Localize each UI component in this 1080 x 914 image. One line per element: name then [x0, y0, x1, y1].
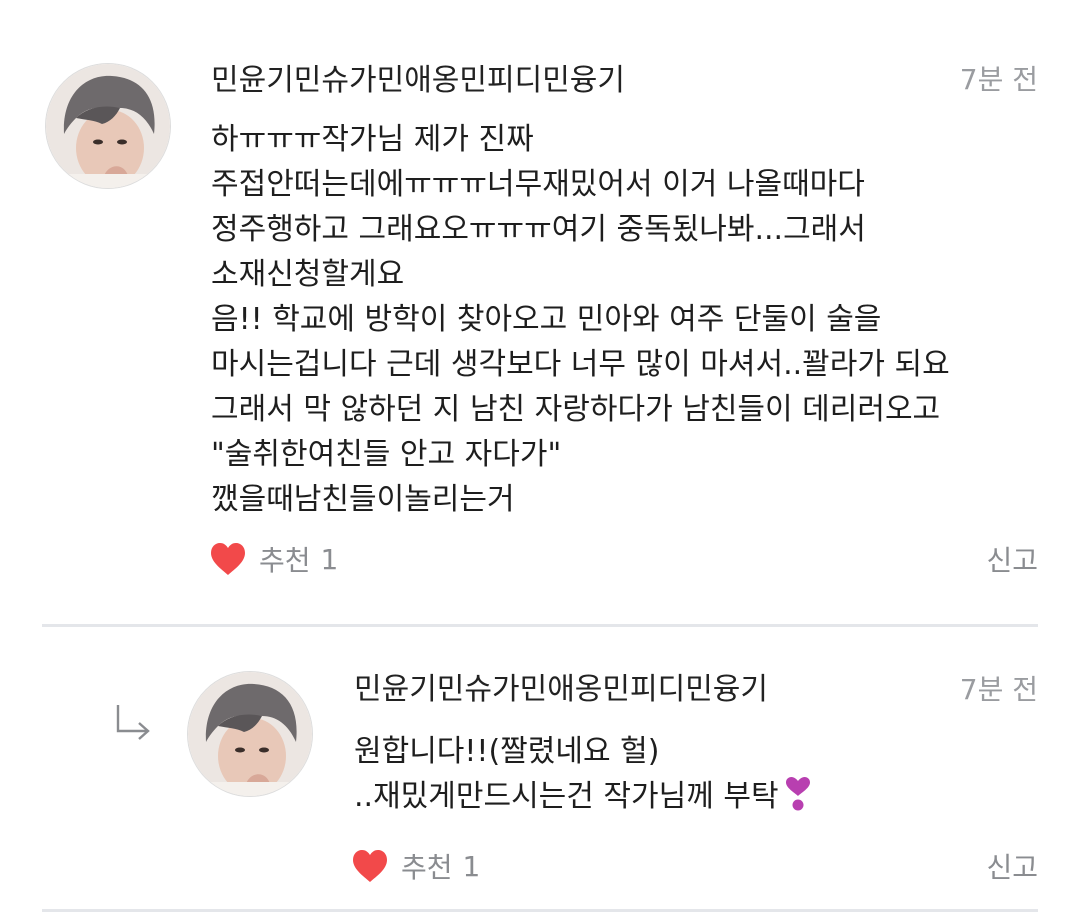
avatar[interactable] [45, 63, 171, 189]
comment-time: 7분 전 [959, 63, 1038, 96]
like-count: 1 [320, 542, 339, 576]
like-label: 추천 [401, 851, 453, 884]
like-label: 추천 [259, 544, 311, 577]
like-button[interactable]: 추천 1 [209, 537, 338, 581]
heart-exclamation-emoji [785, 777, 810, 811]
comment-line: 음!! 학교에 방학이 찾아오고 민아와 여주 단둘이 술을 [211, 302, 882, 337]
divider [42, 909, 1038, 912]
report-button[interactable]: 신고 [986, 539, 1038, 583]
heart-icon [211, 543, 245, 575]
comment-line: 소재신청할게요 [211, 257, 405, 292]
divider [42, 624, 1038, 627]
like-button[interactable]: 추천 1 [351, 844, 480, 888]
comment-author[interactable]: 민윤기민슈가민애옹민피디민융기 [354, 670, 768, 710]
like-count: 1 [462, 849, 481, 883]
comment-line: 정주행하고 그래요오ㅠㅠㅠ여기 중독됬나봐...그래서 [211, 212, 866, 247]
comment-line: ..재밌게만드시는건 작가님께 부탁 [354, 779, 779, 814]
reply-arrow-icon [116, 705, 150, 740]
comment-line: 주접안떠는데에ㅠㅠㅠ너무재밌어서 이거 나올때마다 [211, 167, 865, 202]
avatar-image [46, 64, 170, 188]
comment-line-with-emoji: ..재밌게만드시는건 작가님께 부탁 [354, 774, 813, 819]
avatar[interactable] [187, 671, 313, 797]
comment-body: 원합니다!!(짤렸네요 헐) ..재밌게만드시는건 작가님께 부탁 [354, 729, 813, 819]
comment-author[interactable]: 민윤기민슈가민애옹민피디민융기 [211, 61, 625, 101]
reply-item: 민윤기민슈가민애옹민피디민융기 7분 전 원합니다!!(짤렸네요 헐) ..재밌… [0, 628, 1080, 912]
comment-time: 7분 전 [959, 673, 1038, 706]
heart-icon [353, 850, 387, 882]
report-button[interactable]: 신고 [986, 846, 1038, 890]
comment-line: 그래서 막 않하던 지 남친 자랑하다가 남친들이 데리러오고 [211, 392, 941, 427]
comment-body: 하ㅠㅠㅠ작가님 제가 진짜 주접안떠는데에ㅠㅠㅠ너무재밌어서 이거 나올때마다 … [211, 117, 950, 522]
comment-line: 원합니다!!(짤렸네요 헐) [354, 734, 660, 769]
comment-line: 깼을때남친들이놀리는거 [211, 482, 515, 517]
avatar-image [188, 672, 312, 796]
comment-line: 마시는겁니다 근데 생각보다 너무 많이 마셔서..꽐라가 되요 [211, 347, 950, 382]
comment-line: 하ㅠㅠㅠ작가님 제가 진짜 [211, 122, 534, 157]
comment-line: "술취한여친들 안고 자다가" [211, 437, 562, 472]
comment-item: 민윤기민슈가민애옹민피디민융기 7분 전 하ㅠㅠㅠ작가님 제가 진짜 주접안떠는… [0, 0, 1080, 626]
